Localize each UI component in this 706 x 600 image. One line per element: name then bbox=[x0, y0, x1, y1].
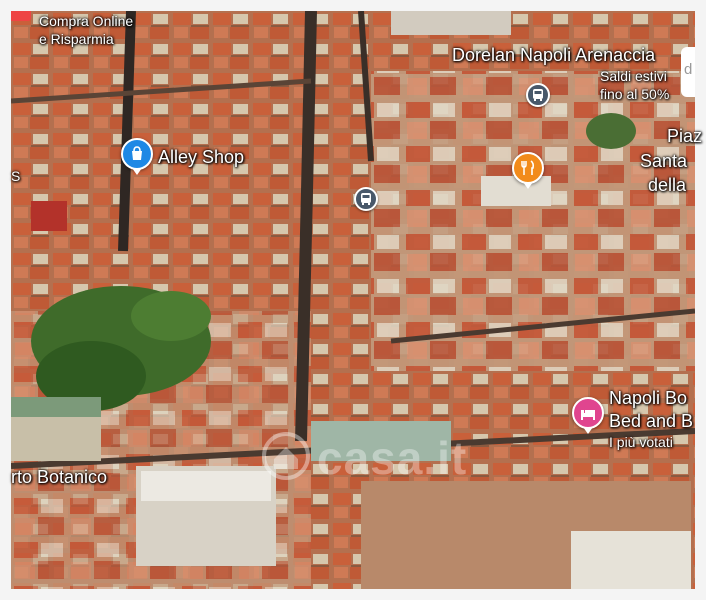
edge-result-card[interactable]: d bbox=[681, 47, 695, 97]
shopping-bag-icon[interactable] bbox=[121, 138, 153, 175]
napoli-bnb-label-line2[interactable]: Bed and B bbox=[609, 411, 693, 432]
fork-knife-icon[interactable] bbox=[512, 152, 544, 189]
casa-watermark: casa.it bbox=[261, 431, 466, 487]
piazza-label-line2[interactable]: Santa bbox=[640, 151, 687, 172]
bus-icon[interactable] bbox=[526, 83, 550, 107]
watermark-text: casa.it bbox=[317, 432, 468, 484]
promo-label-title[interactable]: Compra Online bbox=[39, 13, 133, 29]
dorelan-label[interactable]: Dorelan Napoli Arenaccia bbox=[452, 45, 655, 66]
satellite-map-view[interactable]: casa.it bbox=[11, 11, 695, 589]
promo-logo-icon[interactable] bbox=[11, 11, 31, 21]
piazza-label-line3[interactable]: della bbox=[648, 175, 686, 196]
bus-icon[interactable] bbox=[354, 187, 378, 211]
map-frame: casa.it d Compra Online e Risparmia Dore… bbox=[0, 0, 706, 600]
orto-botanico-label[interactable]: rto Botanico bbox=[11, 467, 107, 488]
bed-icon[interactable] bbox=[572, 397, 604, 434]
napoli-bnb-label-line1[interactable]: Napoli Bo bbox=[609, 388, 687, 409]
promo-label-subtitle[interactable]: e Risparmia bbox=[39, 31, 114, 47]
napoli-bnb-label-line3[interactable]: I più votati bbox=[609, 434, 673, 450]
saldi-label-line2[interactable]: fino al 50% bbox=[600, 86, 669, 102]
piazza-label-line1[interactable]: Piaz bbox=[667, 126, 702, 147]
left-edge-label[interactable]: S bbox=[11, 168, 20, 184]
alley-shop-label[interactable]: Alley Shop bbox=[158, 147, 244, 168]
house-logo-icon bbox=[262, 432, 310, 480]
city-buildings bbox=[11, 11, 695, 589]
saldi-label-line1[interactable]: Saldi estivi bbox=[600, 68, 667, 84]
